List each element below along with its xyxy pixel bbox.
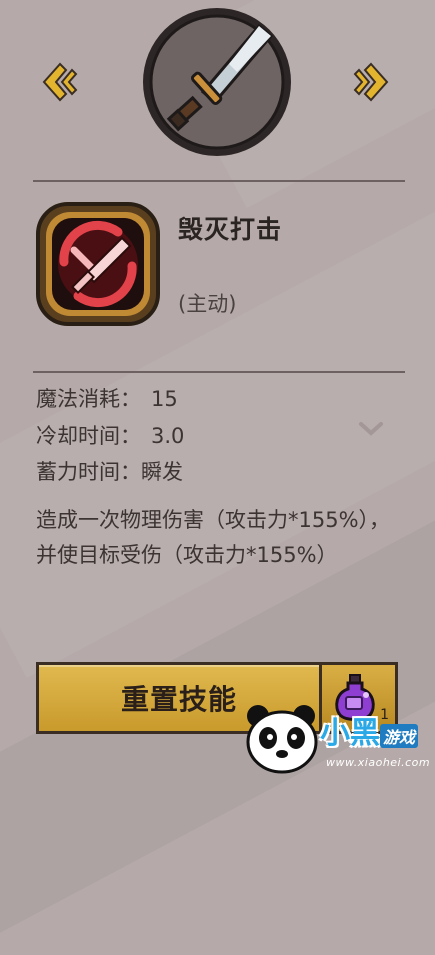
divider (33, 180, 405, 182)
reset-skill-label: 重置技能 (120, 683, 237, 716)
double-chevron-left-icon[interactable] (36, 60, 80, 104)
stat-charge-time: 蓄力时间：瞬发 (36, 456, 183, 486)
stat-value: 3.0 (151, 424, 185, 448)
skill-description: 造成一次物理伤害（攻击力*155%），并使目标受伤（攻击力*155%） (36, 508, 391, 567)
watermark-url: www.xiaohei.com (326, 756, 431, 769)
stat-label: 冷却时间： (36, 424, 141, 448)
stat-label: 魔法消耗： (36, 387, 141, 411)
stat-mana-cost: 魔法消耗： 15 (36, 383, 178, 413)
skill-type: (主动) (178, 292, 237, 316)
watermark-logo: 小黑 游戏 www.xiaohei.com (242, 690, 435, 777)
skill-name: 毁灭打击 (178, 215, 283, 244)
stat-label: 蓄力时间： (36, 460, 141, 484)
destroy-strike-icon (36, 202, 160, 326)
weapon-medal (143, 8, 291, 156)
double-chevron-right-icon[interactable] (351, 60, 395, 104)
panda-icon (246, 705, 318, 774)
watermark-subtitle: 游戏 (380, 724, 419, 748)
chevron-down-icon (359, 422, 383, 436)
divider (33, 371, 405, 373)
stat-value: 15 (151, 387, 178, 411)
stat-cooldown: 冷却时间： 3.0 (36, 420, 184, 450)
watermark-title: 小黑 (320, 716, 380, 751)
stat-value: 瞬发 (141, 460, 183, 484)
